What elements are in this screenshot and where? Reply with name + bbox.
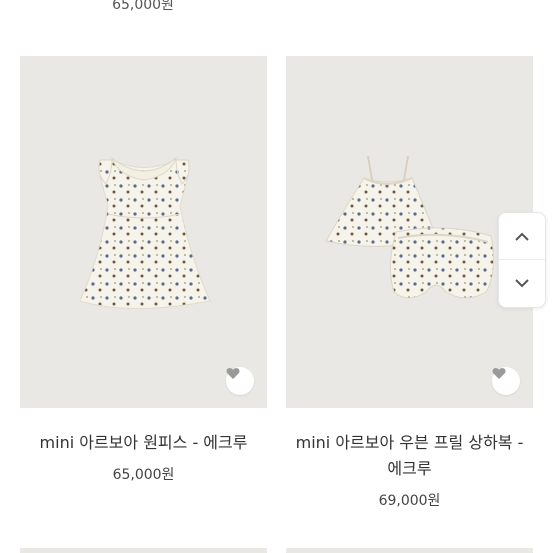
next-product-image-edge: [20, 548, 267, 553]
scroll-down-button[interactable]: [499, 260, 545, 307]
wishlist-button[interactable]: [492, 367, 520, 395]
dress-illustration: [79, 156, 211, 309]
previous-product-price: 65,000원: [112, 0, 174, 13]
product-price: 69,000원: [378, 493, 441, 509]
wishlist-button[interactable]: [226, 367, 254, 395]
set-illustration: [325, 155, 495, 299]
scroll-up-button[interactable]: [499, 213, 545, 260]
next-product-image-edge: [286, 548, 533, 553]
product-image[interactable]: [20, 56, 267, 408]
product-image[interactable]: [286, 56, 533, 408]
product-grid-page: 65,000원 mini 아르보아 원피스 - 에크루 65,000원 mini…: [0, 0, 553, 553]
product-price: 65,000원: [112, 467, 175, 483]
scroll-controls: [498, 212, 546, 308]
product-name[interactable]: mini 아르보아 우븐 프릴 상하복 - 에크루: [286, 430, 533, 482]
product-card[interactable]: mini 아르보아 우븐 프릴 상하복 - 에크루 69,000원: [286, 56, 533, 510]
chevron-down-icon: [515, 279, 529, 288]
product-card[interactable]: mini 아르보아 원피스 - 에크루 65,000원: [20, 56, 267, 484]
heart-icon: [492, 367, 506, 379]
chevron-up-icon: [515, 232, 529, 241]
heart-icon: [226, 367, 240, 379]
product-name[interactable]: mini 아르보아 원피스 - 에크루: [20, 430, 267, 456]
